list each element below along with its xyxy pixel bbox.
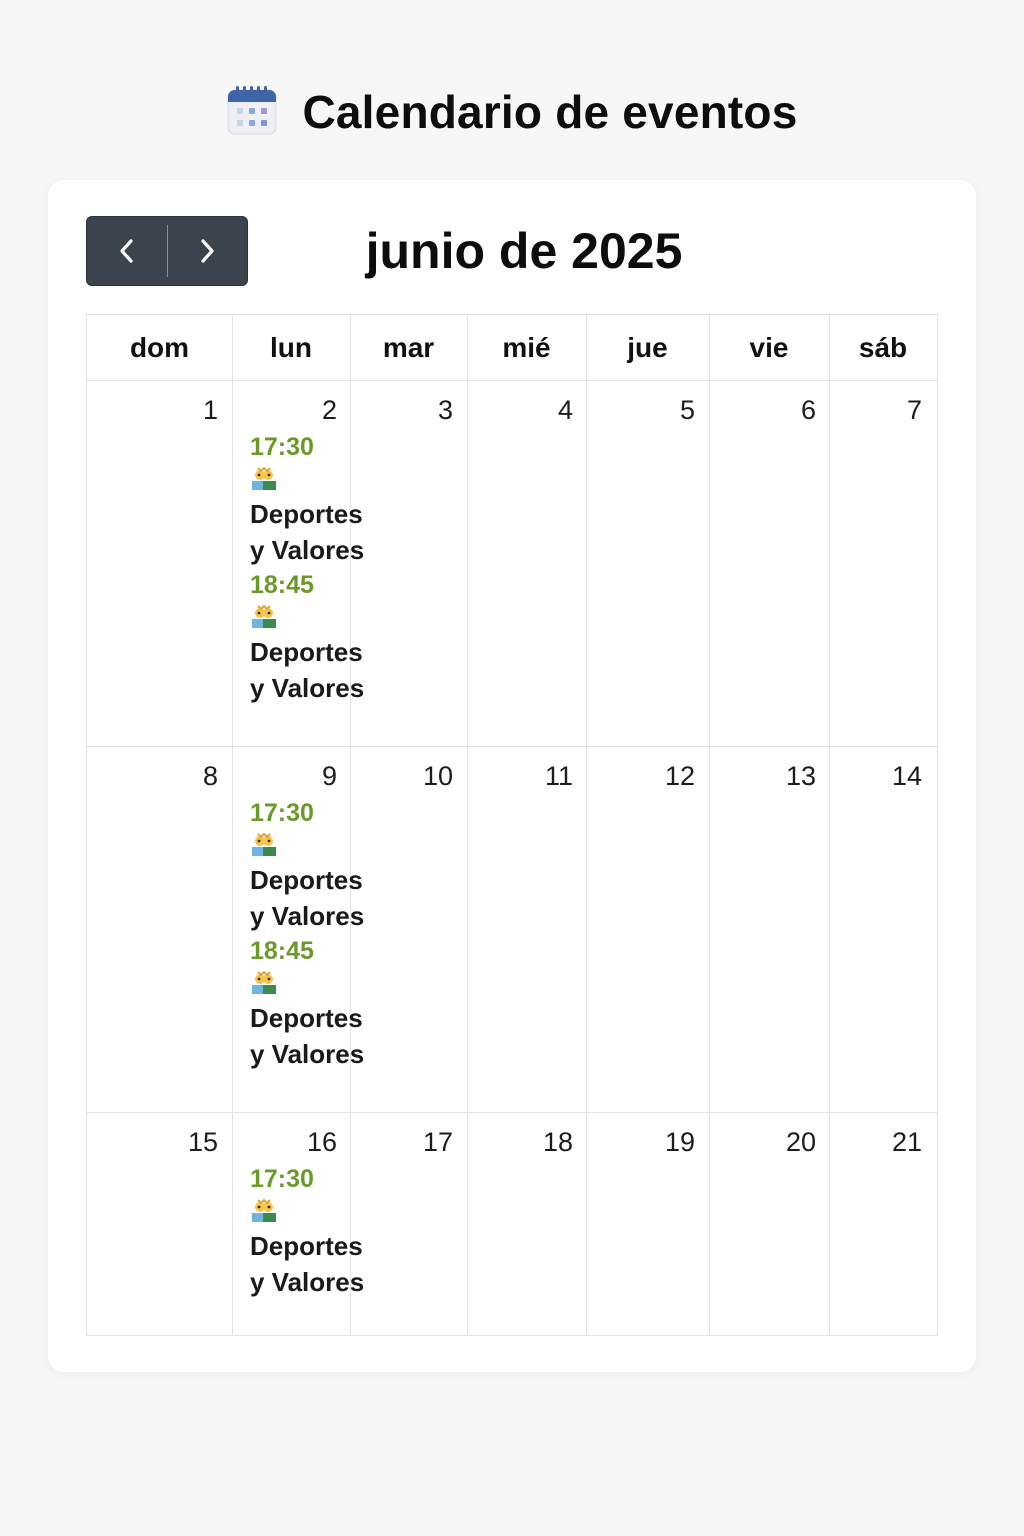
- day-number[interactable]: 7: [829, 395, 922, 426]
- page-title: Calendario de eventos: [302, 86, 798, 138]
- event-time: 17:30: [250, 799, 314, 827]
- event-title: y Valores: [250, 901, 365, 931]
- day-number[interactable]: 11: [467, 761, 573, 792]
- day-number[interactable]: 10: [350, 761, 453, 792]
- day-number[interactable]: 1: [87, 395, 218, 426]
- event-title: y Valores: [250, 535, 365, 565]
- event-time: 18:45: [250, 571, 314, 599]
- next-month-button[interactable]: [168, 217, 248, 285]
- weekday-header: lun: [270, 332, 312, 363]
- day-number[interactable]: 8: [87, 761, 218, 792]
- day-number[interactable]: 17: [350, 1127, 453, 1158]
- prev-month-button[interactable]: [87, 217, 167, 285]
- day-number[interactable]: 5: [586, 395, 695, 426]
- calendar-event[interactable]: 18:45 Deportes y Valores: [250, 568, 400, 706]
- calendar-card: junio de 2025 dom lun mar mié jue vie sá…: [48, 180, 976, 1372]
- chevron-right-icon: [201, 239, 214, 263]
- grid-line: [829, 315, 830, 1335]
- kids-icon: [252, 832, 276, 856]
- grid-line: [586, 315, 587, 1335]
- day-number[interactable]: 12: [586, 761, 695, 792]
- grid-line: [87, 1112, 937, 1113]
- event-title: Deportes: [250, 499, 363, 529]
- calendar-event[interactable]: 18:45 Deportes y Valores: [250, 934, 400, 1072]
- day-events: 17:30 Deportes y Valores 18:45 Deportes …: [250, 430, 400, 706]
- weekday-header: mié: [502, 332, 551, 363]
- page-header: Calendario de eventos: [0, 80, 1024, 144]
- day-events: 17:30 Deportes y Valores: [250, 1162, 400, 1300]
- event-title: y Valores: [250, 673, 365, 703]
- event-title: y Valores: [250, 1267, 365, 1297]
- weekday-header: sáb: [858, 332, 908, 363]
- event-title: Deportes: [250, 1003, 363, 1033]
- day-number[interactable]: 4: [467, 395, 573, 426]
- event-title: Deportes: [250, 1231, 363, 1261]
- calendar-toolbar: junio de 2025: [86, 216, 938, 288]
- day-events: 17:30 Deportes y Valores 18:45 Deportes …: [250, 796, 400, 1072]
- event-time: 18:45: [250, 937, 314, 965]
- grid-line: [87, 746, 937, 747]
- event-time: 17:30: [250, 433, 314, 461]
- kids-icon: [252, 466, 276, 490]
- grid-line: [232, 315, 233, 1335]
- day-number[interactable]: 9: [232, 761, 337, 792]
- weekday-header: mar: [382, 332, 435, 363]
- month-grid: dom lun mar mié jue vie sáb 1 2 3 4 5 6 …: [86, 314, 938, 1336]
- kids-icon: [252, 970, 276, 994]
- weekday-header: dom: [129, 332, 190, 363]
- kids-icon: [252, 604, 276, 628]
- calendar-event[interactable]: 17:30 Deportes y Valores: [250, 796, 400, 934]
- day-number[interactable]: 14: [829, 761, 922, 792]
- weekday-header: vie: [749, 332, 789, 363]
- day-number[interactable]: 3: [350, 395, 453, 426]
- day-number[interactable]: 21: [829, 1127, 922, 1158]
- nav-button-group: [86, 216, 248, 286]
- calendar-icon: [227, 86, 277, 135]
- day-number[interactable]: 18: [467, 1127, 573, 1158]
- day-number[interactable]: 16: [232, 1127, 337, 1158]
- event-title: y Valores: [250, 1039, 365, 1069]
- calendar-event[interactable]: 17:30 Deportes y Valores: [250, 430, 400, 568]
- calendar-event[interactable]: 17:30 Deportes y Valores: [250, 1162, 400, 1300]
- grid-line: [467, 315, 468, 1335]
- day-number[interactable]: 6: [709, 395, 816, 426]
- grid-line: [709, 315, 710, 1335]
- event-time: 17:30: [250, 1165, 314, 1193]
- day-number[interactable]: 19: [586, 1127, 695, 1158]
- event-title: Deportes: [250, 637, 363, 667]
- kids-icon: [252, 1198, 276, 1222]
- weekday-header: jue: [627, 332, 668, 363]
- event-title: Deportes: [250, 865, 363, 895]
- day-number[interactable]: 13: [709, 761, 816, 792]
- day-number[interactable]: 20: [709, 1127, 816, 1158]
- chevron-left-icon: [120, 239, 133, 263]
- day-number[interactable]: 15: [87, 1127, 218, 1158]
- day-number[interactable]: 2: [232, 395, 337, 426]
